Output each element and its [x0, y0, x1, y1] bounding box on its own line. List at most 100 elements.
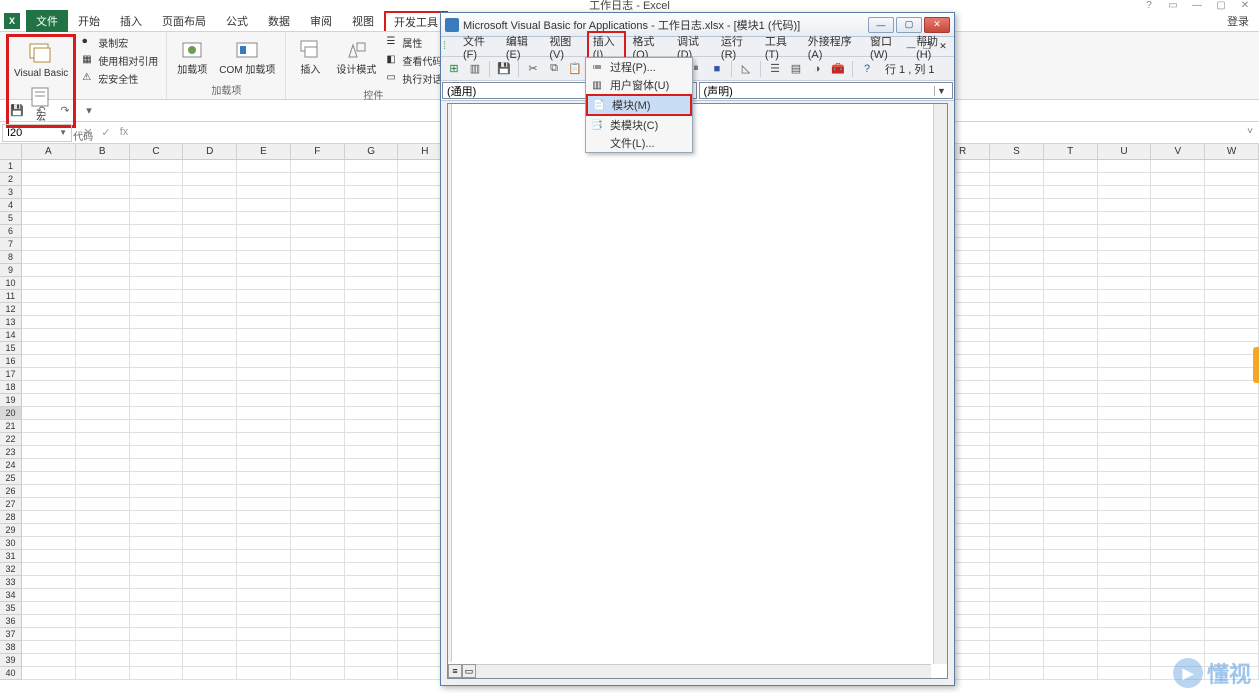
cell[interactable] — [76, 199, 130, 212]
cell[interactable] — [22, 290, 76, 303]
tab-page-layout[interactable]: 页面布局 — [152, 10, 216, 32]
cell[interactable] — [76, 550, 130, 563]
cell[interactable] — [1151, 329, 1205, 342]
cell[interactable] — [1044, 277, 1098, 290]
cell[interactable] — [1098, 433, 1152, 446]
cell[interactable] — [345, 654, 399, 667]
procedure-combo[interactable]: (声明)▼ — [699, 82, 954, 99]
cell[interactable] — [1151, 342, 1205, 355]
cell[interactable] — [1151, 277, 1205, 290]
vertical-scrollbar[interactable] — [933, 104, 947, 664]
cell[interactable] — [990, 212, 1044, 225]
cell[interactable] — [1044, 290, 1098, 303]
cell[interactable] — [990, 407, 1044, 420]
cell[interactable] — [1205, 472, 1259, 485]
cell[interactable] — [22, 368, 76, 381]
row-header[interactable]: 4 — [0, 199, 22, 212]
cell[interactable] — [345, 667, 399, 680]
cell[interactable] — [183, 550, 237, 563]
cell[interactable] — [1205, 485, 1259, 498]
cell[interactable] — [22, 277, 76, 290]
cell[interactable] — [22, 641, 76, 654]
cell[interactable] — [1205, 550, 1259, 563]
cell[interactable] — [1151, 420, 1205, 433]
cell[interactable] — [345, 342, 399, 355]
menu-item-file[interactable]: 文件(L)... — [586, 134, 692, 152]
cell[interactable] — [345, 537, 399, 550]
cell[interactable] — [1044, 563, 1098, 576]
chevron-down-icon[interactable]: ▼ — [934, 86, 948, 96]
cell[interactable] — [22, 199, 76, 212]
cell[interactable] — [76, 394, 130, 407]
cell[interactable] — [183, 212, 237, 225]
fx-icon[interactable]: fx — [116, 126, 132, 139]
vba-menu-tools[interactable]: 工具(T) — [759, 31, 802, 63]
cell[interactable] — [1044, 524, 1098, 537]
cell[interactable] — [345, 329, 399, 342]
close-icon[interactable]: ✕ — [1235, 0, 1255, 10]
cell[interactable] — [22, 615, 76, 628]
cell[interactable] — [183, 589, 237, 602]
cell[interactable] — [1044, 550, 1098, 563]
cell[interactable] — [1044, 173, 1098, 186]
cell[interactable] — [22, 251, 76, 264]
row-header[interactable]: 24 — [0, 459, 22, 472]
cell[interactable] — [1044, 407, 1098, 420]
cell[interactable] — [1044, 576, 1098, 589]
cell[interactable] — [291, 433, 345, 446]
cell[interactable] — [1205, 277, 1259, 290]
cell[interactable] — [76, 264, 130, 277]
cell[interactable] — [345, 251, 399, 264]
cell[interactable] — [183, 173, 237, 186]
cell[interactable] — [1044, 199, 1098, 212]
cell[interactable] — [130, 511, 184, 524]
row-header[interactable]: 36 — [0, 615, 22, 628]
cell[interactable] — [990, 381, 1044, 394]
cell[interactable] — [237, 537, 291, 550]
cell[interactable] — [1044, 212, 1098, 225]
cell[interactable] — [1205, 407, 1259, 420]
cell[interactable] — [1044, 602, 1098, 615]
cell[interactable] — [1098, 160, 1152, 173]
design-mode-button[interactable]: 设计模式 — [332, 34, 380, 78]
row-header[interactable]: 11 — [0, 290, 22, 303]
cell[interactable] — [1098, 199, 1152, 212]
cell[interactable] — [237, 212, 291, 225]
column-header[interactable]: A — [22, 144, 76, 159]
cell[interactable] — [345, 290, 399, 303]
cell[interactable] — [1098, 420, 1152, 433]
cell[interactable] — [1098, 615, 1152, 628]
cell[interactable] — [22, 225, 76, 238]
cell[interactable] — [183, 511, 237, 524]
cell[interactable] — [22, 316, 76, 329]
save-icon[interactable]: 💾 — [8, 103, 26, 119]
cell[interactable] — [183, 394, 237, 407]
cell[interactable] — [1151, 472, 1205, 485]
cell[interactable] — [1205, 160, 1259, 173]
cell[interactable] — [22, 407, 76, 420]
cell[interactable] — [76, 654, 130, 667]
cell[interactable] — [22, 433, 76, 446]
cell[interactable] — [237, 472, 291, 485]
cell[interactable] — [237, 563, 291, 576]
cell[interactable] — [1098, 459, 1152, 472]
cell[interactable] — [1098, 316, 1152, 329]
cell[interactable] — [76, 381, 130, 394]
cell[interactable] — [1151, 485, 1205, 498]
mdi-close-icon[interactable]: ✕ — [936, 41, 950, 53]
cell[interactable] — [76, 446, 130, 459]
cell[interactable] — [130, 407, 184, 420]
cell[interactable] — [291, 199, 345, 212]
cell[interactable] — [345, 524, 399, 537]
row-header[interactable]: 34 — [0, 589, 22, 602]
cell[interactable] — [76, 368, 130, 381]
cell[interactable] — [183, 654, 237, 667]
row-header[interactable]: 30 — [0, 537, 22, 550]
cell[interactable] — [1151, 290, 1205, 303]
cell[interactable] — [1151, 160, 1205, 173]
row-header[interactable]: 23 — [0, 446, 22, 459]
cell[interactable] — [990, 472, 1044, 485]
login-link[interactable]: 登录 — [1227, 13, 1249, 29]
cell[interactable] — [130, 615, 184, 628]
cell[interactable] — [1151, 550, 1205, 563]
